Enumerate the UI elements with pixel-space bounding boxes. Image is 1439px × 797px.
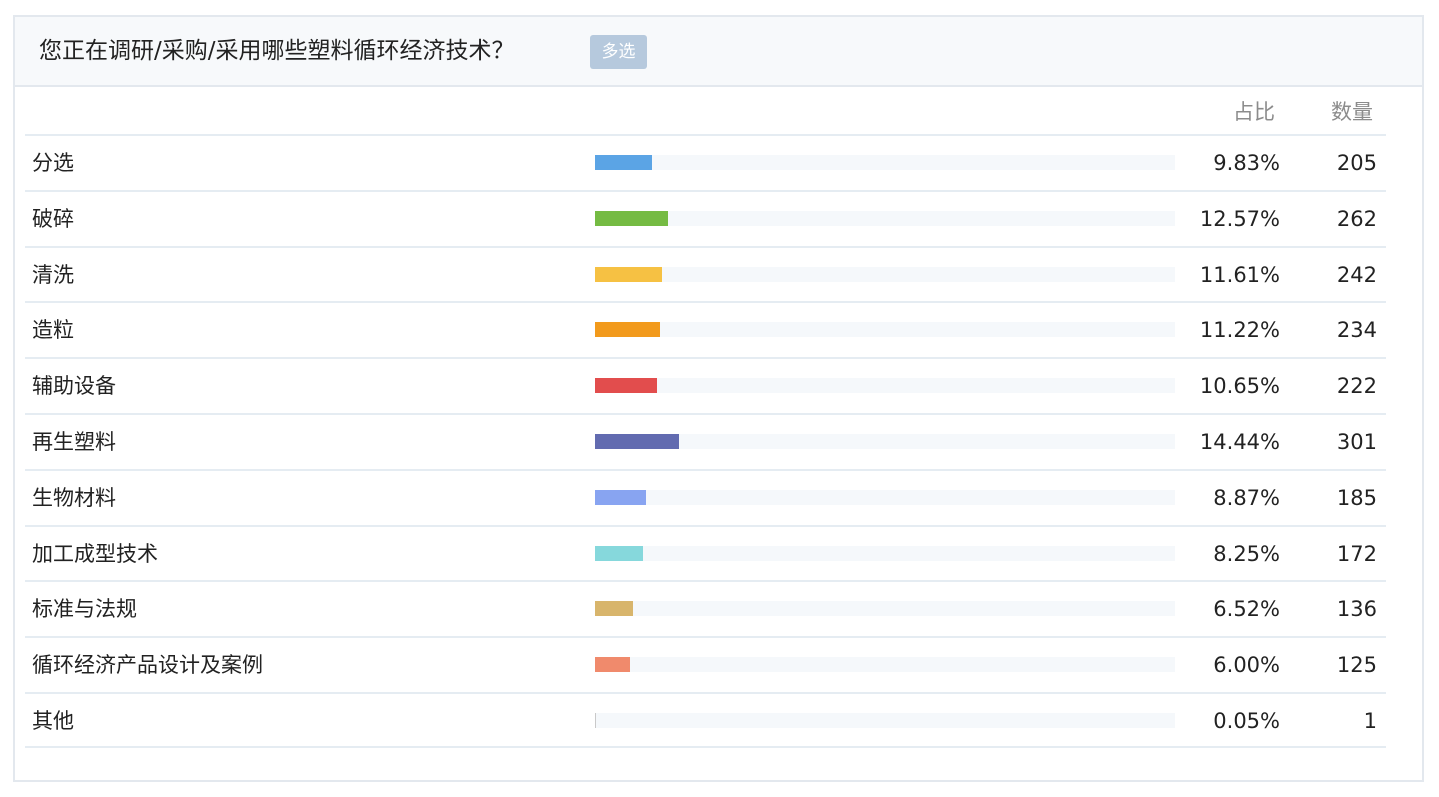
result-table: 分选 9.83% 205 破碎 12.57% 262 清洗 11.61% 242 造粒 11.22%… [25, 134, 1386, 748]
table-row: 破碎 12.57% 262 [25, 189, 1386, 246]
multi-select-badge: 多选 [590, 35, 647, 69]
bar-track [595, 489, 1175, 505]
count-value: 185 [1336, 485, 1377, 510]
count-value: 1 [1363, 708, 1377, 733]
bar-fill [595, 322, 661, 338]
question-title: 您正在调研/采购/采用哪些塑料循环经济技术？ [39, 38, 515, 64]
option-label: 其他 [32, 708, 74, 733]
percent-value: 8.87% [1213, 485, 1280, 510]
bar-fill [595, 545, 643, 561]
option-label: 造粒 [32, 318, 74, 343]
option-label: 循环经济产品设计及案例 [32, 653, 263, 678]
bar-fill [595, 210, 668, 226]
option-label: 生物材料 [32, 485, 116, 510]
option-label: 分选 [32, 151, 74, 175]
count-value: 262 [1336, 206, 1377, 231]
bar-track [595, 601, 1175, 617]
bar-track [595, 266, 1175, 282]
bar-fill [595, 433, 679, 449]
percent-column-header: 占比 [1233, 100, 1275, 124]
count-value: 136 [1336, 597, 1377, 622]
option-label: 标准与法规 [32, 597, 137, 622]
table-row: 加工成型技术 8.25% 172 [25, 524, 1386, 581]
count-value: 222 [1336, 374, 1377, 399]
bar-track [595, 433, 1175, 449]
bar-track [595, 545, 1175, 561]
table-row: 再生塑料 14.44% 301 [25, 412, 1386, 469]
percent-value: 12.57% [1199, 206, 1280, 231]
table-row: 清洗 11.61% 242 [25, 245, 1386, 302]
bar-fill [595, 155, 652, 170]
bar-track [595, 378, 1175, 394]
count-value: 172 [1336, 541, 1377, 566]
bar-track [595, 322, 1175, 338]
bar-fill [595, 489, 647, 505]
percent-value: 14.44% [1199, 429, 1280, 454]
option-label: 辅助设备 [32, 374, 116, 399]
table-row: 分选 9.83% 205 [25, 134, 1386, 190]
percent-value: 11.22% [1199, 318, 1280, 343]
table-row: 生物材料 8.87% 185 [25, 468, 1386, 525]
percent-value: 6.52% [1213, 597, 1280, 622]
percent-value: 6.00% [1213, 653, 1280, 678]
percent-value: 10.65% [1199, 374, 1280, 399]
table-row: 循环经济产品设计及案例 6.00% 125 [25, 636, 1386, 692]
bar-fill [595, 266, 663, 282]
count-value: 205 [1336, 151, 1377, 175]
bar-fill [595, 601, 633, 617]
count-value: 242 [1336, 262, 1377, 287]
bar-track [595, 657, 1175, 673]
bar-fill [595, 657, 630, 673]
question-header: 您正在调研/采购/采用哪些塑料循环经济技术？ 多选 [15, 17, 1422, 87]
bar-track [595, 155, 1175, 170]
table-row: 造粒 11.22% 234 [25, 301, 1386, 357]
table-row: 辅助设备 10.65% 222 [25, 357, 1386, 413]
count-value: 125 [1336, 653, 1377, 678]
percent-value: 0.05% [1213, 708, 1280, 733]
percent-value: 11.61% [1199, 262, 1280, 287]
option-label: 清洗 [32, 262, 74, 287]
option-label: 破碎 [32, 206, 74, 231]
table-row: 其他 0.05% 1 [25, 691, 1386, 748]
bar-fill [595, 378, 657, 394]
count-value: 301 [1336, 429, 1377, 454]
option-label: 再生塑料 [32, 429, 116, 454]
percent-value: 8.25% [1213, 541, 1280, 566]
count-column-header: 数量 [1331, 100, 1373, 124]
count-value: 234 [1336, 318, 1377, 343]
option-label: 加工成型技术 [32, 541, 158, 566]
bar-track [595, 712, 1175, 728]
percent-value: 9.83% [1213, 151, 1280, 175]
table-row: 标准与法规 6.52% 136 [25, 580, 1386, 636]
bar-track [595, 210, 1175, 226]
